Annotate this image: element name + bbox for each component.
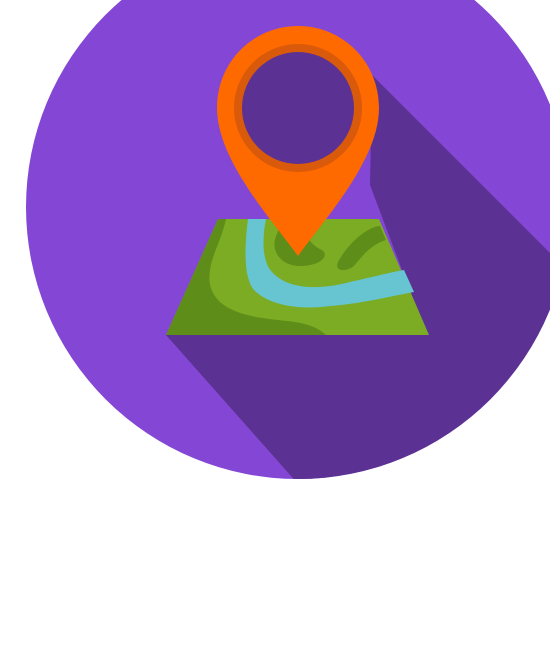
map-location-pin-icon [26,0,550,479]
pin-hole [242,52,354,164]
icon-canvas [0,0,550,645]
